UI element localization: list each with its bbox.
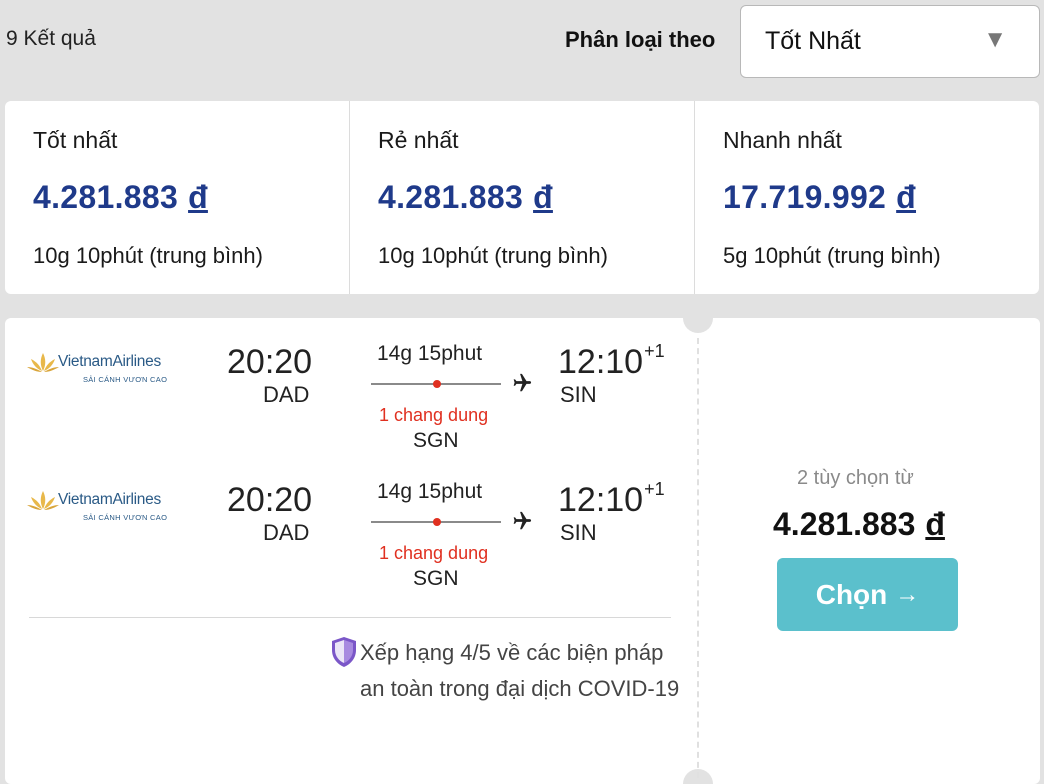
currency-symbol: đ: [533, 179, 553, 215]
arrival-airport: SIN: [560, 520, 597, 545]
airline-name: VietnamAirlines: [58, 353, 161, 370]
results-toolbar: 9 Kết quả Phân loại theo Tốt Nhất ▼: [0, 0, 1044, 100]
arrival-time: 12:10+1: [558, 341, 665, 381]
departure-airport: DAD: [263, 382, 310, 407]
lotus-icon: [27, 491, 59, 510]
departure-time: 20:20: [227, 481, 313, 519]
stops-count: 1 chang dung: [379, 543, 489, 563]
summary-price: 4.281.883 đ: [378, 179, 553, 215]
options-count: 2 tùy chọn từ: [797, 467, 914, 489]
shield-icon: [332, 637, 356, 667]
airline-tagline: SẢI CÁNH VƯƠN CAO: [83, 375, 168, 384]
sort-selected-value: Tốt Nhất: [765, 27, 861, 55]
day-offset: +1: [644, 479, 665, 499]
departure-time: 20:20: [227, 343, 313, 381]
stop-marker: [433, 518, 441, 526]
arrival-airport: SIN: [560, 382, 597, 407]
airline-name: VietnamAirlines: [58, 491, 161, 508]
card-divider: [697, 338, 699, 778]
summary-duration: 5g 10phút (trung bình): [723, 243, 941, 268]
summary-price: 17.719.992 đ: [723, 179, 917, 215]
select-button-label: Chọn: [815, 578, 888, 610]
airline-logo: VietnamAirlines SẢI CÁNH VƯƠN CAO: [27, 489, 187, 529]
summary-duration: 10g 10phút (trung bình): [33, 243, 263, 268]
stop-airport: SGN: [413, 567, 459, 590]
flight-leg[interactable]: VietnamAirlines SẢI CÁNH VƯƠN CAO 20:20 …: [5, 318, 695, 452]
day-offset: +1: [644, 341, 665, 361]
results-count: 9 Kết quả: [6, 27, 96, 50]
arrival-time: 12:10+1: [558, 479, 665, 519]
summary-price: 4.281.883 đ: [33, 179, 208, 215]
plane-icon: [513, 511, 532, 530]
safety-rating-text: Xếp hạng 4/5 về các biện pháp an toàn tr…: [360, 640, 680, 701]
departure-airport: DAD: [263, 520, 310, 545]
flight-leg[interactable]: VietnamAirlines SẢI CÁNH VƯƠN CAO 20:20 …: [5, 456, 695, 590]
summary-fastest[interactable]: Nhanh nhất 17.719.992 đ 5g 10phút (trung …: [695, 101, 1039, 294]
summary-title: Nhanh nhất: [723, 127, 842, 153]
stop-marker: [433, 380, 441, 388]
flight-duration: 14g 15phut: [377, 342, 483, 365]
stop-airport: SGN: [413, 429, 459, 452]
flight-duration: 14g 15phut: [377, 480, 483, 503]
price-summary: Tốt nhất 4.281.883 đ 10g 10phút (trung bì…: [5, 101, 1039, 294]
sort-label: Phân loại theo: [565, 27, 716, 52]
select-flight-button[interactable]: Chọn →: [777, 558, 958, 631]
lotus-icon: [27, 353, 59, 372]
currency-symbol: đ: [925, 506, 945, 542]
plane-icon: [513, 373, 532, 392]
summary-cheapest[interactable]: Rẻ nhất 4.281.883 đ 10g 10phút (trung bìn…: [350, 101, 695, 294]
caret-down-icon: ▼: [983, 26, 1007, 53]
total-price: 4.281.883 đ: [773, 506, 945, 542]
airline-logo: VietnamAirlines SẢI CÁNH VƯƠN CAO: [27, 351, 187, 391]
airline-tagline: SẢI CÁNH VƯƠN CAO: [83, 513, 168, 522]
section-divider: [29, 617, 671, 618]
summary-duration: 10g 10phút (trung bình): [378, 243, 608, 268]
summary-title: Tốt nhất: [33, 127, 118, 153]
sort-select[interactable]: Tốt Nhất ▼: [740, 5, 1040, 78]
currency-symbol: đ: [188, 179, 208, 215]
flight-result-card: VietnamAirlines SẢI CÁNH VƯƠN CAO 20:20 …: [5, 303, 1040, 784]
arrow-right-icon: →: [895, 580, 920, 608]
summary-best[interactable]: Tốt nhất 4.281.883 đ 10g 10phút (trung bì…: [5, 101, 350, 294]
summary-title: Rẻ nhất: [378, 127, 459, 153]
currency-symbol: đ: [896, 179, 917, 215]
stops-count: 1 chang dung: [379, 405, 489, 425]
